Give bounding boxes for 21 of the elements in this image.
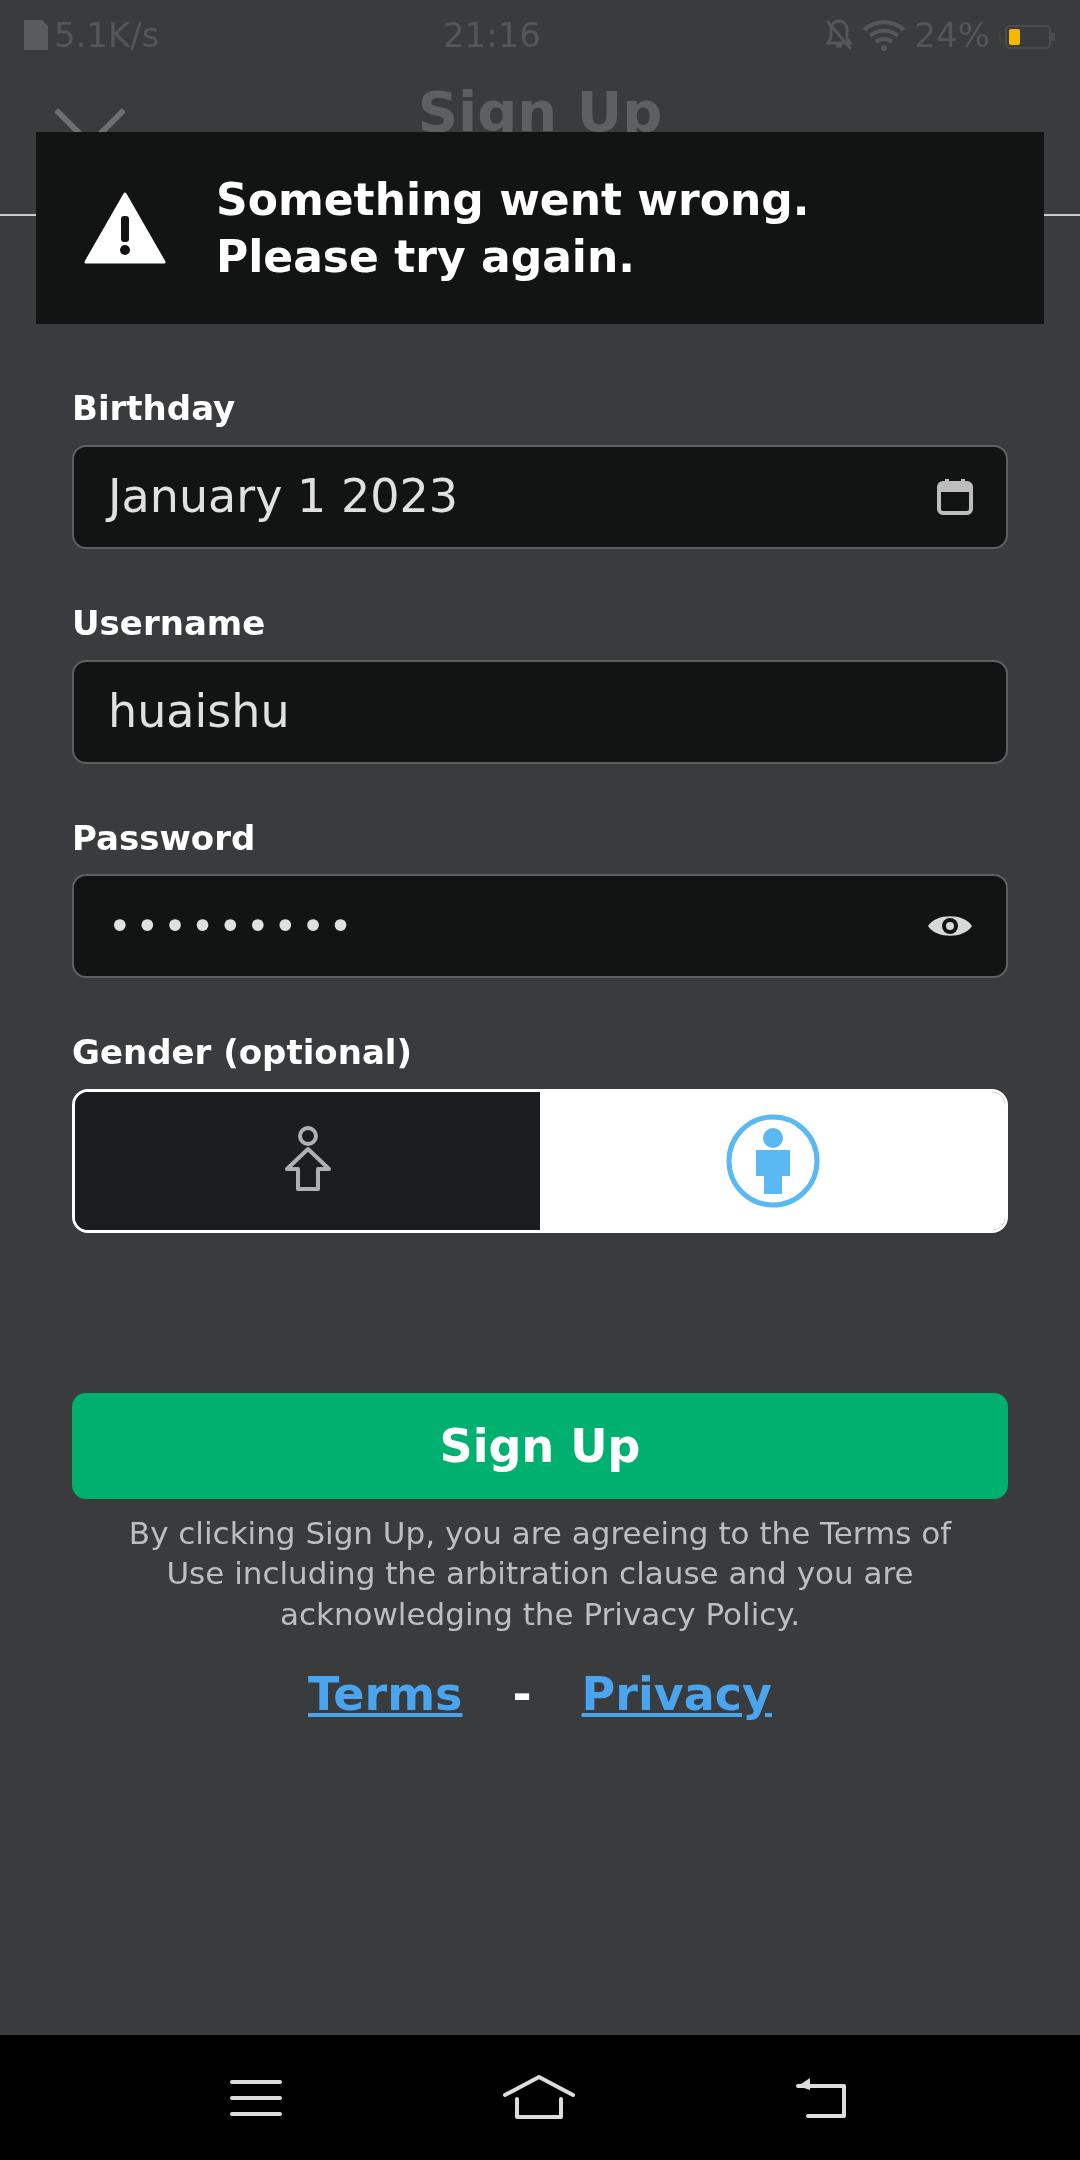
input-field[interactable]: ••••••••• [72, 874, 1008, 979]
input-field[interactable]: January 1 2023 [72, 444, 1008, 549]
calendar-icon[interactable] [936, 477, 974, 516]
menu-icon[interactable] [230, 2077, 283, 2118]
muted-bell-icon [824, 18, 855, 52]
link[interactable]: Terms [308, 1660, 463, 1730]
home-icon[interactable] [503, 2074, 575, 2121]
wifi-icon [862, 18, 907, 52]
warning-icon [84, 192, 166, 264]
field-label: Username [72, 602, 267, 644]
field-label: Birthday [72, 388, 237, 429]
link[interactable]: Privacy [581, 1660, 772, 1730]
male-figure-icon [724, 1113, 821, 1210]
terms-notice: By clicking Sign Up, you are agreeing to the Terms of Use including the arbitration clause and you are acknowledging the Privacy Policy. [127, 1514, 953, 1634]
field-label: Password [72, 817, 257, 859]
link-separator: - [512, 1666, 532, 1724]
sim-icon [22, 18, 50, 52]
error-message: Something went wrong. Please try again. [216, 172, 810, 284]
battery-icon [998, 22, 1058, 52]
input-field[interactable]: huaishu [72, 659, 1008, 764]
field-label: Gender (optional) [72, 1032, 414, 1074]
